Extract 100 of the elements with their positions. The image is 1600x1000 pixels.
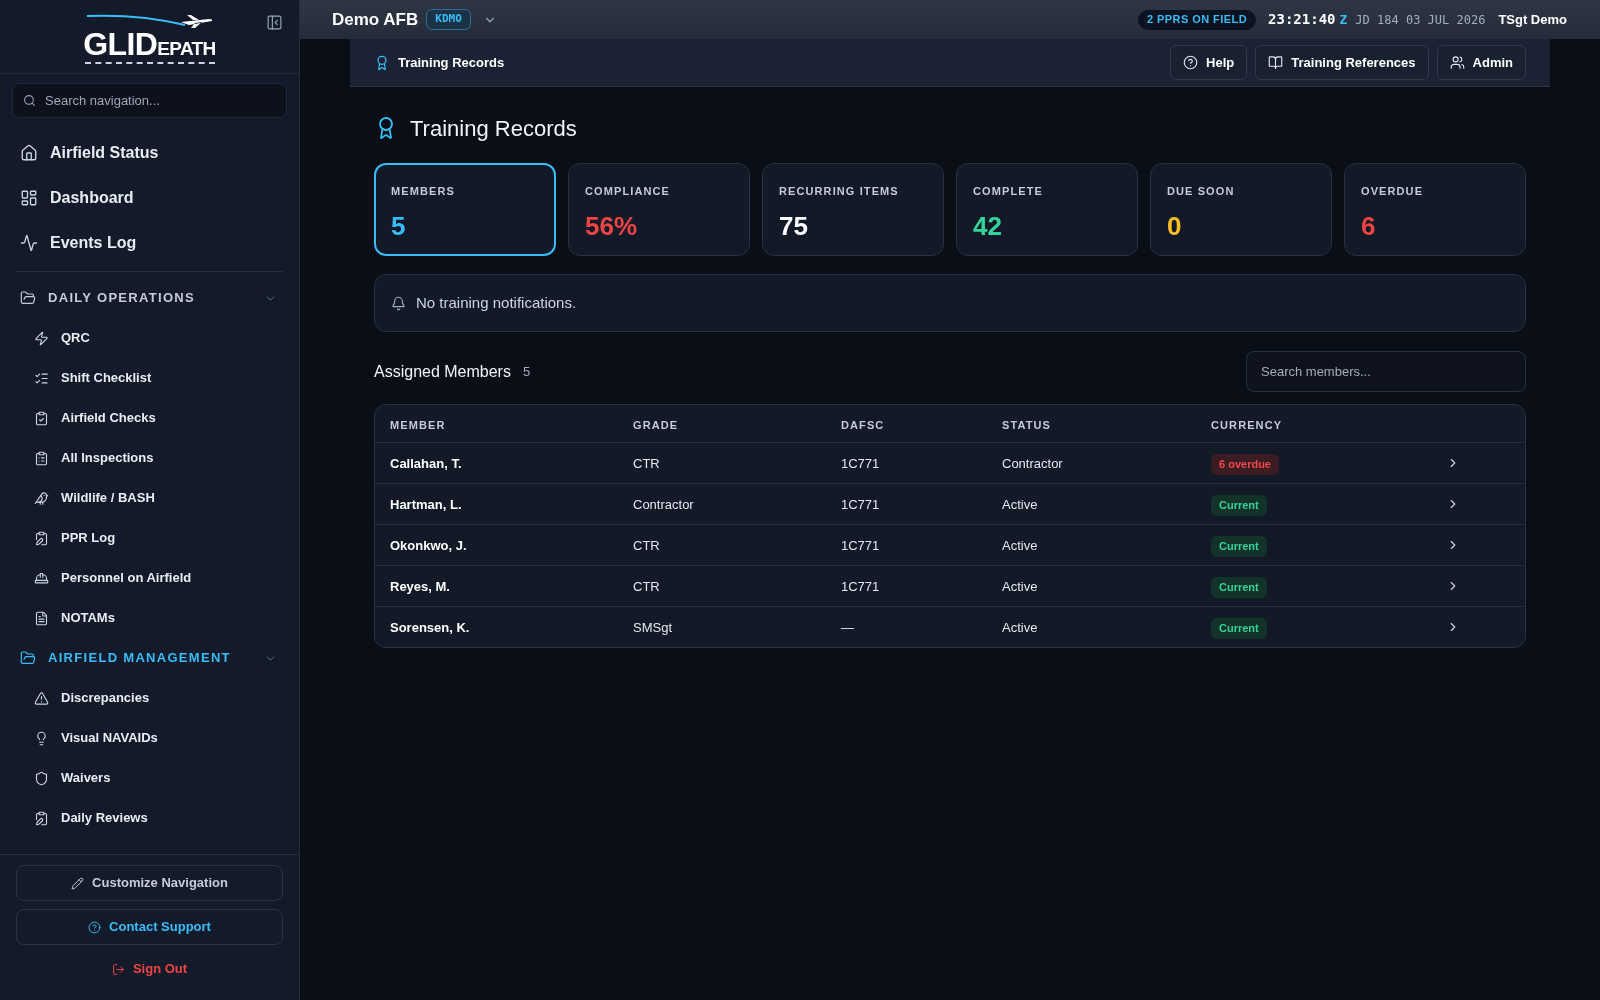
search-icon bbox=[23, 94, 36, 107]
clipboard-pen-icon bbox=[34, 530, 49, 546]
bird-icon bbox=[34, 490, 49, 506]
search-field[interactable]: Search members... bbox=[1246, 351, 1526, 392]
section-title: Assigned Members bbox=[374, 361, 511, 382]
member-name: Okonkwo, J. bbox=[390, 538, 467, 553]
stat-card[interactable]: DUE SOON 0 bbox=[1150, 163, 1332, 256]
table-cell: Contractor bbox=[633, 497, 694, 512]
table-cell: Active bbox=[1002, 538, 1038, 553]
nav-item[interactable]: Personnel on Airfield bbox=[16, 558, 283, 598]
header-button[interactable]: Admin bbox=[1436, 45, 1526, 80]
home-icon bbox=[20, 143, 38, 162]
table-cell: Active bbox=[1002, 620, 1038, 635]
column-header: STATUS bbox=[1002, 418, 1051, 431]
stat-value: 56% bbox=[585, 209, 639, 242]
stat-value: 75 bbox=[779, 209, 809, 242]
currency-badge: Current bbox=[1211, 494, 1267, 516]
table-cell: 1C771 bbox=[841, 538, 880, 553]
column-header: GRADE bbox=[633, 418, 679, 431]
hard-hat-icon bbox=[34, 570, 49, 586]
member-count: 5 bbox=[522, 362, 531, 381]
nav-item[interactable]: Daily Reviews bbox=[16, 798, 283, 838]
time-zone: Z bbox=[1339, 10, 1348, 29]
customize-navigation-button[interactable]: Customize Navigation bbox=[16, 865, 283, 901]
stat-value: 42 bbox=[973, 209, 1003, 242]
clipboard-check-icon bbox=[34, 410, 49, 426]
stat-card[interactable]: RECURRING ITEMS 75 bbox=[762, 163, 944, 256]
nav-item[interactable]: Shift Checklist bbox=[16, 358, 283, 398]
column-header: DAFSC bbox=[841, 418, 885, 431]
shield-icon bbox=[34, 770, 49, 786]
table-cell: CTR bbox=[633, 456, 660, 471]
stat-card[interactable]: OVERDUE 6 bbox=[1344, 163, 1526, 256]
help-icon bbox=[88, 920, 102, 934]
award-ribbon-icon bbox=[374, 54, 390, 71]
nav-item[interactable]: Discrepancies bbox=[16, 678, 283, 718]
pencil-icon bbox=[71, 876, 85, 890]
nav-item[interactable]: Airfield Checks bbox=[16, 398, 283, 438]
column-header: CURRENCY bbox=[1211, 418, 1283, 431]
dashboard-grid-icon bbox=[20, 188, 38, 207]
table-cell: — bbox=[841, 620, 854, 635]
nav-item[interactable]: Wildlife / BASH bbox=[16, 478, 283, 518]
lightning-bolt-icon bbox=[34, 330, 49, 346]
stat-label: COMPLETE bbox=[973, 184, 1044, 199]
nav-item[interactable]: PPR Log bbox=[16, 518, 283, 558]
lightbulb-icon bbox=[34, 730, 49, 746]
user-name: TSgt Demo bbox=[1498, 10, 1567, 29]
collapse-sidebar-icon[interactable] bbox=[266, 14, 283, 31]
header-button[interactable]: Training References bbox=[1255, 45, 1429, 80]
nav-item[interactable]: All Inspections bbox=[16, 438, 283, 478]
icao-badge: KDMO bbox=[426, 9, 471, 30]
clipboard-list-icon bbox=[34, 450, 49, 466]
stat-value: 5 bbox=[391, 209, 407, 242]
nav-item[interactable]: Visual NAVAIDs bbox=[16, 718, 283, 758]
member-name: Callahan, T. bbox=[390, 456, 462, 471]
stat-card[interactable]: COMPLIANCE 56% bbox=[568, 163, 750, 256]
table-cell: 1C771 bbox=[841, 456, 880, 471]
nav-item[interactable]: QRC bbox=[16, 318, 283, 358]
document-icon bbox=[34, 610, 49, 626]
table-cell: SMSgt bbox=[633, 620, 672, 635]
ppr-count-badge: 2 PPRS ON FIELD bbox=[1137, 9, 1257, 30]
sign-out-button[interactable]: Sign Out bbox=[16, 951, 283, 987]
nav-section-header[interactable]: DAILY OPERATIONS bbox=[16, 278, 283, 318]
stat-card[interactable]: COMPLETE 42 bbox=[956, 163, 1138, 256]
users-icon bbox=[1449, 55, 1465, 70]
search-field[interactable]: Search navigation... bbox=[12, 83, 287, 118]
currency-badge: Current bbox=[1211, 617, 1267, 639]
table-cell: CTR bbox=[633, 579, 660, 594]
bell-icon bbox=[391, 295, 406, 311]
nav-item[interactable]: Waivers bbox=[16, 758, 283, 798]
nav-item[interactable]: Events Log bbox=[16, 220, 283, 265]
pulse-line-icon bbox=[20, 233, 38, 252]
stat-value: 0 bbox=[1167, 209, 1183, 242]
stat-label: RECURRING ITEMS bbox=[779, 184, 900, 199]
member-name: Sorensen, K. bbox=[390, 620, 470, 635]
member-name: Reyes, M. bbox=[390, 579, 450, 594]
header-button[interactable]: Help bbox=[1170, 45, 1248, 80]
stat-value: 6 bbox=[1361, 209, 1377, 242]
currency-badge: Current bbox=[1211, 535, 1267, 557]
table-cell: CTR bbox=[633, 538, 660, 553]
open-book-icon bbox=[1268, 55, 1284, 70]
nav-item[interactable]: Airfield Status bbox=[16, 130, 283, 175]
base-name: Demo AFB bbox=[332, 8, 419, 31]
nav-item[interactable]: Dashboard bbox=[16, 175, 283, 220]
nav-section-header[interactable]: AIRFIELD MANAGEMENT bbox=[16, 638, 283, 678]
contact-support-button[interactable]: Contact Support bbox=[16, 909, 283, 945]
julian-date: JD 184 03 JUL 2026 bbox=[1355, 11, 1486, 29]
zulu-time: 23:21:40 bbox=[1268, 10, 1336, 29]
folder-icon bbox=[20, 290, 36, 306]
folder-icon bbox=[20, 650, 36, 666]
stat-card[interactable]: MEMBERS 5 bbox=[374, 163, 556, 256]
column-header: MEMBER bbox=[390, 418, 446, 431]
stat-label: COMPLIANCE bbox=[585, 184, 671, 199]
table-cell: Active bbox=[1002, 497, 1038, 512]
stat-label: DUE SOON bbox=[1167, 184, 1236, 199]
member-name: Hartman, L. bbox=[390, 497, 462, 512]
logo-text: GLIDEPATH bbox=[83, 28, 216, 60]
nav-item[interactable]: NOTAMs bbox=[16, 598, 283, 638]
currency-badge: 6 overdue bbox=[1211, 453, 1279, 475]
stat-label: OVERDUE bbox=[1361, 184, 1425, 199]
flight-path-plane-icon bbox=[84, 14, 215, 28]
